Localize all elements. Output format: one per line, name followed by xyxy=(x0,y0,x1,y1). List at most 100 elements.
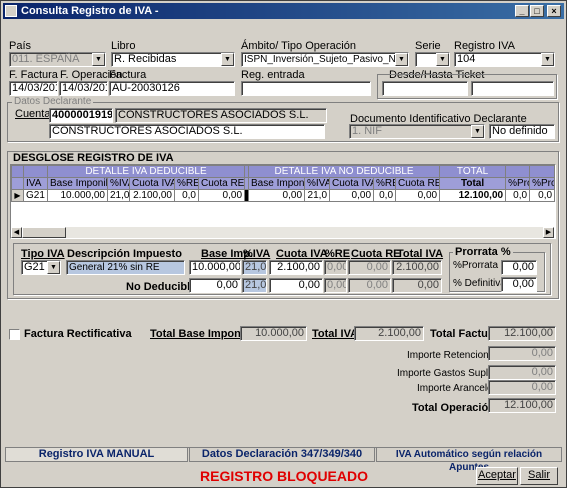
base-nod-input[interactable]: 0,00 xyxy=(189,278,241,293)
tipo-iva-label: Tipo IVA xyxy=(21,248,65,260)
prorrata-input[interactable]: 0,00 xyxy=(501,260,537,275)
col-header[interactable]: IVA xyxy=(23,177,48,190)
cell[interactable]: 0,00 xyxy=(395,189,441,202)
col-header[interactable]: Cuota RE* xyxy=(395,177,441,190)
aranceles-input[interactable]: 0,00 xyxy=(488,380,556,395)
total-iva-label-2: Total IVA xyxy=(312,328,359,340)
factura-input[interactable]: AU-20030126 xyxy=(109,81,235,96)
cell[interactable]: 0,0 xyxy=(174,189,199,202)
col-header[interactable]: Base Imponible* xyxy=(248,177,306,190)
cell[interactable]: 12.100,00 xyxy=(439,189,507,202)
registro-select[interactable]: 104 ▼ xyxy=(454,52,555,67)
col-header[interactable]: %Pror xyxy=(505,177,531,190)
doc-value-input[interactable]: No definido xyxy=(489,124,555,139)
accept-button[interactable]: Aceptar xyxy=(476,467,518,485)
f-factura-label: F. Factura xyxy=(9,69,58,81)
maximize-button[interactable]: □ xyxy=(530,5,544,17)
desglose-grid: DETALLE IVA DEDUCIBLE DETALLE IVA NO DED… xyxy=(11,165,556,202)
suplidos-input[interactable]: 0,00 xyxy=(488,365,556,380)
tab-iva-automatico[interactable]: IVA Automático según relación Apuntes xyxy=(376,448,562,473)
cuenta-name-display: CONSTRUCTORES ASOCIADOS S.L. xyxy=(115,108,327,123)
cell[interactable]: 0,00 xyxy=(329,189,375,202)
reg-entrada-input[interactable] xyxy=(241,81,371,96)
f-operacion-input[interactable]: 14/03/2013 xyxy=(59,81,108,96)
cuota-nod-input[interactable]: 0,00 xyxy=(269,278,323,293)
cell[interactable]: 0,0 xyxy=(529,189,556,202)
rectificativa-label: Factura Rectificativa xyxy=(24,328,132,340)
chevron-down-icon[interactable]: ▼ xyxy=(221,53,234,66)
piva-nod-display: 21,00 xyxy=(242,278,267,293)
piva-label: %IVA xyxy=(243,248,271,260)
col-header[interactable]: Total xyxy=(439,177,507,190)
scroll-left-icon[interactable]: ◀ xyxy=(11,227,22,238)
cell[interactable]: 10.000,00 xyxy=(47,189,108,202)
total-nod-display: 0,00 xyxy=(392,278,442,293)
cell[interactable]: G21 xyxy=(23,189,48,202)
chevron-down-icon[interactable]: ▼ xyxy=(395,53,408,66)
col-header[interactable]: Cuota IVA* xyxy=(129,177,175,190)
chevron-down-icon[interactable]: ▼ xyxy=(471,125,484,138)
f-factura-input[interactable]: 14/03/2013 xyxy=(9,81,58,96)
definitiva-input[interactable]: 0,00 xyxy=(501,277,537,292)
prorrata-sub-label: %Prorrata xyxy=(453,260,499,271)
cuota-ded-input[interactable]: 2.100,00 xyxy=(269,260,323,275)
scroll-right-icon[interactable]: ▶ xyxy=(543,227,554,238)
grid-horizontal-scrollbar[interactable]: ◀ ▶ xyxy=(11,227,554,238)
total-factura-display: 12.100,00 xyxy=(488,326,556,341)
tipo-iva-select[interactable]: G21 ▼ xyxy=(21,260,61,275)
libro-select[interactable]: R. Recibidas ▼ xyxy=(111,52,235,67)
pais-label: País xyxy=(9,40,32,52)
libro-label: Libro xyxy=(111,40,136,52)
serie-select[interactable]: ▼ xyxy=(415,52,450,67)
pre-nod-display: 0,00 xyxy=(324,278,347,293)
cell[interactable]: 0,0 xyxy=(505,189,531,202)
retenciones-input[interactable]: 0,00 xyxy=(488,346,556,361)
desglose-title: DESGLOSE REGISTRO DE IVA xyxy=(13,152,174,164)
total-base-display: 10.000,00 xyxy=(240,326,307,341)
declarante-name-input[interactable]: CONSTRUCTORES ASOCIADOS S.L. xyxy=(49,124,325,139)
exit-button[interactable]: Salir xyxy=(520,467,558,485)
col-header[interactable]: Cuota RE* xyxy=(197,177,246,190)
cell[interactable]: 0,00 xyxy=(197,189,246,202)
scroll-thumb[interactable] xyxy=(22,227,66,238)
iva-deducible-header: DETALLE IVA DEDUCIBLE xyxy=(46,165,246,178)
row-selector-icon[interactable]: ▶ xyxy=(11,189,24,202)
col-header[interactable]: Cuota IVA* xyxy=(329,177,375,190)
chevron-down-icon[interactable]: ▼ xyxy=(436,53,449,66)
minimize-button[interactable]: _ xyxy=(515,5,529,17)
window-title: Consulta Registro de IVA - xyxy=(21,5,159,17)
cell[interactable]: 2.100,00 xyxy=(129,189,175,202)
chevron-down-icon[interactable]: ▼ xyxy=(47,261,60,274)
pais-select[interactable]: 011. ESPAÑA ▼ xyxy=(9,52,106,67)
cell[interactable]: 0,00 xyxy=(248,189,306,202)
tab-registro-manual[interactable]: Registro IVA MANUAL xyxy=(5,448,188,462)
doc-type-select[interactable]: 1. NIF ▼ xyxy=(349,124,485,139)
declarante-group-label: Datos Declarante xyxy=(12,96,94,107)
cell[interactable]: 21,0 xyxy=(304,189,331,202)
ambito-select[interactable]: ISPN_Inversión_Sujeto_Pasivo_Nacional▼ xyxy=(241,52,409,67)
rectificativa-checkbox[interactable] xyxy=(9,329,20,340)
definitiva-label: % Definitiva xyxy=(453,278,506,289)
ambito-label: Ámbito/ Tipo Operación xyxy=(241,40,356,52)
desde-ticket-input[interactable] xyxy=(382,81,468,96)
chevron-down-icon[interactable]: ▼ xyxy=(92,53,105,66)
col-header[interactable]: Base Imponible* xyxy=(47,177,108,190)
main-window: Consulta Registro de IVA - _ □ × País Li… xyxy=(0,0,567,488)
total-iva-display: 2.100,00 xyxy=(354,326,424,341)
col-header[interactable]: %Pror xyxy=(529,177,556,190)
col-header[interactable]: %IVA xyxy=(304,177,331,190)
chevron-down-icon[interactable]: ▼ xyxy=(541,53,554,66)
col-header[interactable]: %RE xyxy=(174,177,199,190)
col-header[interactable]: %IVA xyxy=(107,177,130,190)
cuenta-input[interactable]: 4000001919 xyxy=(49,108,113,123)
col-header[interactable]: %RE xyxy=(373,177,397,190)
table-row[interactable]: ▶ G21 10.000,00 21,0 2.100,00 0,0 0,00 0… xyxy=(11,189,556,202)
desc-label: Descripción Impuesto xyxy=(67,248,182,260)
base-ded-input[interactable]: 10.000,00 xyxy=(189,260,241,275)
cell[interactable]: 0,0 xyxy=(373,189,397,202)
close-button[interactable]: × xyxy=(547,5,561,17)
app-icon xyxy=(5,5,17,17)
cell[interactable]: 21,0 xyxy=(107,189,130,202)
tab-declaracion[interactable]: Datos Declaración 347/349/340 xyxy=(189,448,375,462)
hasta-ticket-input[interactable] xyxy=(471,81,554,96)
